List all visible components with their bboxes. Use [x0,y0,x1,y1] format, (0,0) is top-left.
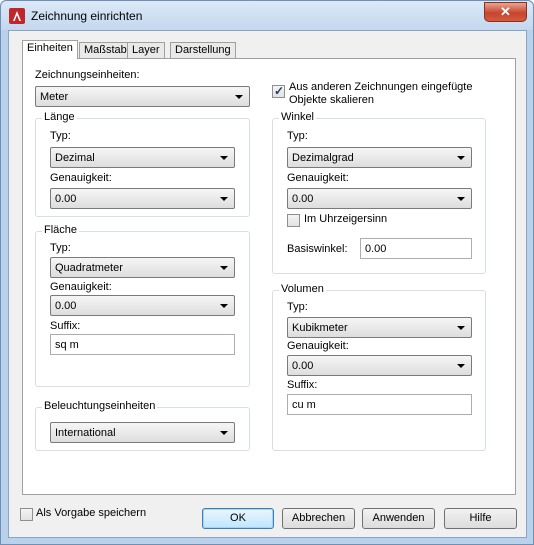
save-default-label: Als Vorgabe speichern [36,507,147,519]
chevron-down-icon [220,156,228,160]
tab-label: Darstellung [175,44,231,56]
flaeche-suffix-label: Suffix: [50,320,81,332]
chevron-down-icon [220,266,228,270]
winkel-group: Winkel Typ: Dezimalgrad Genauigkeit: 0.0… [272,111,486,274]
checkmark-icon: ✓ [274,84,285,98]
cancel-button-label: Abbrechen [291,512,346,524]
dialog-window: Zeichnung einrichten ✕ Einheiten Maßstab… [0,0,534,545]
ok-button-label: OK [230,512,246,524]
laenge-group: Länge Typ: Dezimal Genauigkeit: 0.00 [35,111,250,217]
volumen-genauigkeit-select[interactable]: 0.00 [287,355,472,376]
flaeche-group-title: Fläche [42,224,80,236]
volumen-group-title: Volumen [279,283,326,295]
volumen-suffix-input[interactable]: cu m [287,394,472,415]
volumen-suffix-label: Suffix: [287,379,318,391]
scale-inserted-label-line1: Aus anderen Zeichnungen eingefügte [289,81,473,93]
laenge-typ-value: Dezimal [55,152,95,164]
beleuchtung-group: Beleuchtungseinheiten International [35,400,250,451]
chevron-down-icon [220,431,228,435]
zeichnungseinheiten-value: Meter [40,91,69,103]
volumen-typ-value: Kubikmeter [292,322,348,334]
close-icon: ✕ [500,4,511,19]
chevron-down-icon [457,197,465,201]
tab-label: Layer [132,44,160,56]
flaeche-group: Fläche Typ: Quadratmeter Genauigkeit: 0.… [35,224,250,387]
flaeche-genauigkeit-select[interactable]: 0.00 [50,295,235,316]
volumen-genauigkeit-value: 0.00 [292,360,314,372]
flaeche-suffix-value: sq m [55,339,79,351]
tab-massstab[interactable]: Maßstab [79,42,132,59]
flaeche-typ-value: Quadratmeter [55,262,123,274]
zeichnungseinheiten-label: Zeichnungseinheiten: [35,69,140,81]
autocad-app-icon [9,8,25,24]
laenge-genauigkeit-select[interactable]: 0.00 [50,188,235,209]
laenge-genauigkeit-label: Genauigkeit: [50,172,112,184]
scale-inserted-checkbox[interactable]: ✓ [272,84,285,98]
beleuchtung-value: International [55,427,116,439]
apply-button-label: Anwenden [372,512,425,524]
save-default-checkbox[interactable] [20,508,33,521]
winkel-group-title: Winkel [279,111,317,123]
volumen-suffix-value: cu m [292,399,316,411]
laenge-typ-label: Typ: [50,130,71,142]
apply-button[interactable]: Anwenden [362,508,435,529]
winkel-genauigkeit-value: 0.00 [292,193,314,205]
tab-label: Einheiten [27,42,73,54]
einheiten-panel: Zeichnungseinheiten: Meter ✓ Aus anderen… [22,58,516,495]
volumen-typ-label: Typ: [287,301,308,313]
laenge-typ-select[interactable]: Dezimal [50,147,235,168]
flaeche-genauigkeit-value: 0.00 [55,300,77,312]
chevron-down-icon [457,364,465,368]
title-bar[interactable]: Zeichnung einrichten ✕ [1,1,533,30]
winkel-typ-value: Dezimalgrad [292,152,354,164]
scale-inserted-label-line2: Objekte skalieren [289,94,374,106]
chevron-down-icon [457,156,465,160]
laenge-group-title: Länge [42,111,77,123]
chevron-down-icon [220,197,228,201]
basiswinkel-label: Basiswinkel: [287,243,348,255]
tab-label: Maßstab [84,44,127,56]
flaeche-suffix-input[interactable]: sq m [50,334,235,355]
beleuchtung-select[interactable]: International [50,422,235,443]
uhrzeigersinn-checkbox[interactable] [287,214,300,227]
volumen-group: Volumen Typ: Kubikmeter Genauigkeit: 0.0… [272,283,486,451]
ok-button[interactable]: OK [202,508,274,529]
chevron-down-icon [457,326,465,330]
tab-darstellung[interactable]: Darstellung [170,42,236,59]
winkel-genauigkeit-select[interactable]: 0.00 [287,188,472,209]
tab-layer[interactable]: Layer [127,42,165,59]
winkel-typ-select[interactable]: Dezimalgrad [287,147,472,168]
help-button[interactable]: Hilfe [444,508,517,529]
help-button-label: Hilfe [469,512,492,524]
window-title: Zeichnung einrichten [31,9,143,23]
laenge-genauigkeit-value: 0.00 [55,193,77,205]
beleuchtung-group-title: Beleuchtungseinheiten [42,400,158,412]
chevron-down-icon [235,95,243,99]
winkel-typ-label: Typ: [287,130,308,142]
volumen-typ-select[interactable]: Kubikmeter [287,317,472,338]
basiswinkel-value: 0.00 [365,243,387,255]
dialog-client-area: Einheiten Maßstab Layer Darstellung Zeic… [8,30,527,538]
uhrzeigersinn-label: Im Uhrzeigersinn [304,213,388,225]
tab-einheiten[interactable]: Einheiten [22,40,78,59]
zeichnungseinheiten-select[interactable]: Meter [35,86,250,107]
flaeche-typ-label: Typ: [50,242,71,254]
chevron-down-icon [220,304,228,308]
basiswinkel-input[interactable]: 0.00 [360,238,472,259]
flaeche-genauigkeit-label: Genauigkeit: [50,281,112,293]
close-button[interactable]: ✕ [484,2,527,22]
flaeche-typ-select[interactable]: Quadratmeter [50,257,235,278]
cancel-button[interactable]: Abbrechen [282,508,355,529]
volumen-genauigkeit-label: Genauigkeit: [287,340,349,352]
winkel-genauigkeit-label: Genauigkeit: [287,172,349,184]
